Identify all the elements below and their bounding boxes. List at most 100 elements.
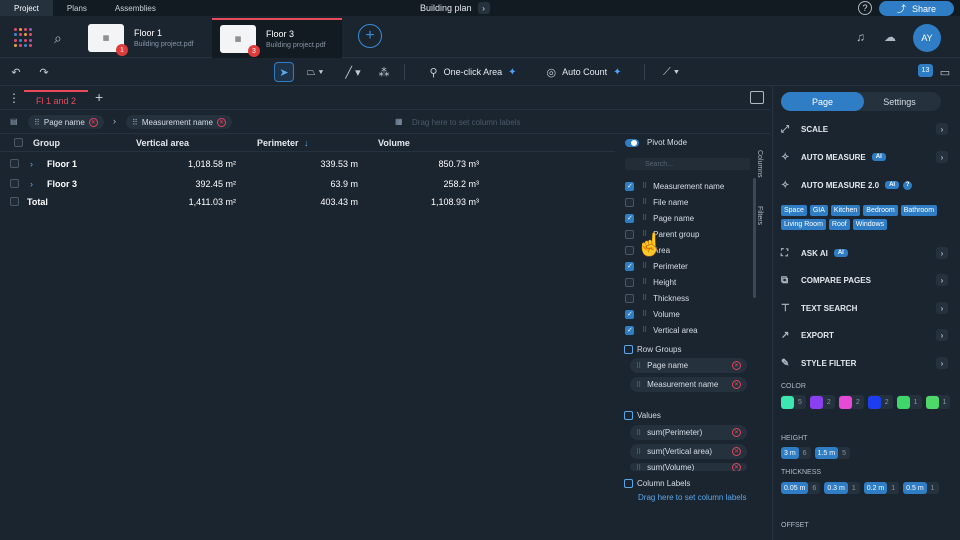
- drag-handle-icon[interactable]: ⠿: [642, 198, 647, 206]
- chevron-right-icon[interactable]: ›: [936, 329, 948, 341]
- column-checkbox[interactable]: [625, 197, 634, 207]
- view-tab[interactable]: Fl 1 and 2: [24, 90, 88, 110]
- avatar[interactable]: AY: [913, 24, 941, 52]
- column-checkbox[interactable]: [625, 261, 634, 271]
- column-checkbox[interactable]: [625, 229, 634, 239]
- column-item[interactable]: ⠿ File name: [625, 195, 688, 209]
- column-item[interactable]: ⠿ Height: [625, 275, 676, 289]
- thickness-filter[interactable]: 0.5 m1: [903, 482, 939, 494]
- thickness-filter[interactable]: 0.3 m1: [824, 482, 860, 494]
- file-tab-floor-3[interactable]: ▦ 3 Floor 3 Building project.pdf: [212, 18, 342, 58]
- sort-down-icon[interactable]: ↓: [304, 138, 309, 148]
- height-filter[interactable]: 3 m6: [781, 447, 811, 459]
- row-group-pill[interactable]: ⠿ Measurement name ✕: [630, 377, 747, 392]
- color-swatch[interactable]: 2: [867, 395, 893, 409]
- remove-icon[interactable]: ✕: [732, 428, 741, 437]
- add-view-button[interactable]: +: [95, 89, 103, 105]
- drag-handle-icon[interactable]: ⠿: [642, 294, 647, 302]
- columns-side-tab[interactable]: Columns: [756, 150, 763, 178]
- color-swatch[interactable]: 2: [809, 395, 835, 409]
- app-logo[interactable]: [14, 28, 34, 48]
- column-checkbox[interactable]: [625, 277, 634, 287]
- tab-plans[interactable]: Plans: [53, 0, 101, 16]
- chevron-right-icon[interactable]: ›: [936, 274, 948, 286]
- column-checkbox[interactable]: [625, 213, 634, 223]
- column-item[interactable]: ⠿ Measurement name: [625, 179, 724, 193]
- help-icon[interactable]: ?: [858, 1, 872, 15]
- area-tool-icon[interactable]: ⏢ ▾: [300, 62, 330, 82]
- drag-handle-icon[interactable]: ⠿: [34, 118, 40, 127]
- compare-pages-item[interactable]: ⧉ COMPARE PAGES ›: [781, 273, 956, 287]
- undo-icon[interactable]: ↶: [8, 62, 24, 82]
- drag-handle-icon[interactable]: ⠿: [636, 465, 641, 471]
- drag-handle-icon[interactable]: ⠿: [642, 182, 647, 190]
- remove-icon[interactable]: ✕: [732, 447, 741, 456]
- panel-toggle-icon[interactable]: ▭: [938, 62, 952, 82]
- height-filter[interactable]: 1.5 m5: [814, 447, 850, 459]
- tab-settings[interactable]: Settings: [858, 92, 941, 111]
- notification-bell-icon[interactable]: ♫: [856, 30, 865, 44]
- value-pill[interactable]: ⠿ sum(Volume) ✕: [630, 463, 747, 471]
- table-row-total[interactable]: Total 1,411.03 m² 403.43 m 1,108.93 m³: [0, 192, 615, 211]
- project-title[interactable]: Building plan ›: [420, 0, 490, 16]
- tab-page[interactable]: Page: [781, 92, 864, 111]
- row-checkbox[interactable]: [10, 179, 19, 188]
- header-volume[interactable]: Volume: [378, 138, 410, 148]
- column-item[interactable]: ⠿ Thickness: [625, 291, 689, 305]
- scale-item[interactable]: ⤢ SCALE ›: [781, 122, 956, 136]
- ruler-tool-icon[interactable]: ⟋ ▾: [655, 62, 687, 82]
- header-group[interactable]: Group: [33, 138, 60, 148]
- chevron-right-icon[interactable]: ›: [936, 123, 948, 135]
- color-swatch[interactable]: 1: [896, 395, 922, 409]
- chevron-right-icon[interactable]: ›: [477, 2, 490, 14]
- table-row[interactable]: › Floor 3 392.45 m² 63.9 m 258.2 m³: [0, 174, 615, 193]
- column-checkbox[interactable]: [625, 325, 634, 335]
- drag-handle-icon[interactable]: ⠿: [642, 310, 647, 318]
- column-labels-drop-hint[interactable]: Drag here to set column labels: [412, 118, 521, 127]
- value-pill[interactable]: ⠿ sum(Perimeter) ✕: [630, 425, 747, 440]
- tag[interactable]: Space: [781, 205, 807, 216]
- drag-handle-icon[interactable]: ⠿: [642, 262, 647, 270]
- remove-icon[interactable]: ✕: [732, 380, 741, 389]
- row-checkbox[interactable]: [10, 159, 19, 168]
- group-chip-measurement-name[interactable]: ⠿ Measurement name ✕: [126, 115, 233, 129]
- tab-project[interactable]: Project: [0, 0, 53, 16]
- remove-icon[interactable]: ✕: [217, 117, 227, 127]
- header-vertical-area[interactable]: Vertical area: [136, 138, 189, 148]
- tag[interactable]: Living Room: [781, 219, 826, 230]
- drag-handle-icon[interactable]: ⠿: [636, 382, 641, 389]
- toggle-switch[interactable]: [625, 138, 639, 147]
- drag-handle-icon[interactable]: ⠿: [642, 326, 647, 334]
- auto-measure-item[interactable]: ✧ AUTO MEASURE AI ›: [781, 150, 956, 164]
- drag-handle-icon[interactable]: ⠿: [636, 449, 641, 456]
- tag[interactable]: Kitchen: [830, 205, 861, 216]
- drag-handle-icon[interactable]: ⠿: [636, 363, 641, 370]
- remove-icon[interactable]: ✕: [88, 117, 98, 127]
- chat-icon[interactable]: ☁: [884, 30, 896, 44]
- auto-count-button[interactable]: ◎ Auto Count ✦: [536, 62, 632, 82]
- file-tab-floor-1[interactable]: ▦ 1 Floor 1 Building project.pdf: [80, 18, 212, 58]
- column-item[interactable]: ⠿ Vertical area: [625, 323, 698, 337]
- text-search-item[interactable]: ⊤ TEXT SEARCH ›: [781, 301, 956, 315]
- tab-assemblies[interactable]: Assemblies: [101, 0, 170, 16]
- help-icon[interactable]: ?: [903, 180, 913, 190]
- search-icon[interactable]: ⌕: [54, 30, 62, 47]
- column-checkbox[interactable]: [625, 309, 634, 319]
- column-search-input[interactable]: Search...: [625, 158, 750, 170]
- column-item[interactable]: ⠿ Perimeter: [625, 259, 688, 273]
- group-chip-page-name[interactable]: ⠿ Page name ✕: [28, 115, 104, 129]
- auto-measure-2-item[interactable]: ✧ AUTO MEASURE 2.0 AI?: [781, 178, 956, 192]
- tag[interactable]: Bedroom: [863, 205, 898, 216]
- redo-icon[interactable]: ↷: [36, 62, 52, 82]
- color-swatch[interactable]: 1: [925, 395, 951, 409]
- header-perimeter[interactable]: Perimeter: [257, 138, 299, 148]
- pivot-mode-toggle[interactable]: Pivot Mode: [625, 138, 687, 147]
- drag-handle-icon[interactable]: ⠿: [642, 278, 647, 286]
- drag-handle-icon[interactable]: ⠿: [642, 214, 647, 222]
- expand-icon[interactable]: ›: [30, 179, 33, 189]
- line-tool-icon[interactable]: ╱ ▾: [337, 62, 369, 82]
- add-file-button[interactable]: +: [358, 24, 382, 48]
- column-item[interactable]: ⠿ Page name: [625, 211, 694, 225]
- tag[interactable]: GIA: [809, 205, 828, 216]
- thickness-filter[interactable]: 0.2 m1: [863, 482, 900, 494]
